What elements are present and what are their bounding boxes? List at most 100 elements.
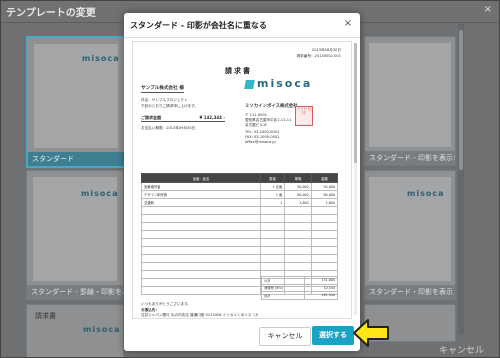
template-tile-invoice[interactable]: 請求書 misoca xyxy=(26,304,124,358)
table-cell: 交通費 xyxy=(140,198,262,207)
table-cell xyxy=(310,222,339,231)
table-cell xyxy=(284,230,312,239)
template-caption: スタンダード xyxy=(28,152,124,166)
totals-row: 消費税 (8%) 10,544 xyxy=(261,283,339,292)
pointer-arrow-icon xyxy=(353,319,389,347)
company-building: 名古屋ビル1F xyxy=(245,123,268,127)
invoice-document: 2013年08月30日 請求番号：20130002-001 請求書 サンプル株式… xyxy=(133,42,351,318)
table-row xyxy=(140,238,339,247)
table-cell: 1 画 xyxy=(260,190,286,199)
misoca-logo: misoca xyxy=(81,189,119,198)
modal-header: スタンダード - 印影が会社名に重なる × xyxy=(124,13,360,38)
template-tile-no-lines[interactable]: misoca スタンダード - 罫線・印影を表示しない xyxy=(26,170,124,300)
template-tile-standard[interactable]: misoca スタンダード xyxy=(26,36,126,168)
table-cell: 1,800 xyxy=(310,198,339,207)
company-fax: FAX: 03-1000-0002 xyxy=(245,135,280,139)
company-tel: TEL: 03-1000-0001 xyxy=(245,130,280,134)
table-row xyxy=(140,262,339,271)
table-cell xyxy=(310,246,339,255)
modal-title: スタンダード - 印影が会社名に重なる xyxy=(130,21,267,30)
table-cell xyxy=(140,254,262,263)
invoice-title: 請求書 xyxy=(225,67,252,75)
table-cell xyxy=(284,262,312,271)
misoca-logo-icon xyxy=(244,80,255,89)
invoice-greeting: 下記のとおりご請求申し上げます。 xyxy=(141,104,199,108)
preview-scrollbar-thumb[interactable] xyxy=(354,43,357,163)
table-cell xyxy=(310,238,339,247)
table-cell xyxy=(140,270,262,279)
table-cell: 1 企画 xyxy=(260,182,286,191)
table-row xyxy=(140,230,339,239)
totals-row: 小計 131,800 xyxy=(261,276,339,285)
table-cell xyxy=(140,206,262,215)
table-cell xyxy=(260,206,286,215)
table-cell: 1 xyxy=(260,198,286,207)
company-stamp: ミソカ 社印 xyxy=(295,106,313,126)
amount-label: ご請求金額 xyxy=(141,115,161,120)
table-cell xyxy=(260,230,286,239)
column-header: 金額 xyxy=(310,173,339,183)
amount-box: ご請求金額 ¥ 142,344 - xyxy=(141,115,225,122)
table-cell xyxy=(284,246,312,255)
close-icon[interactable]: × xyxy=(344,18,352,29)
thank-you-note: いつもありがとうございます。 xyxy=(141,302,191,306)
template-caption: スタンダード - 印影を表示しない xyxy=(365,151,455,165)
customer-name: サンプル株式会社 様 xyxy=(141,86,184,93)
table-cell xyxy=(140,286,262,295)
totals-table: 小計 131,800 消費税 (8%) 10,544 合計 142,344 xyxy=(261,276,339,300)
column-header: 単価 xyxy=(284,173,312,183)
scrollbar-thumb[interactable] xyxy=(459,30,463,170)
totals-row: 合計 142,344 xyxy=(261,291,339,300)
table-row xyxy=(140,214,339,223)
table-cell xyxy=(140,278,262,287)
table-cell: 1,800 xyxy=(284,198,312,207)
template-tile-stamp[interactable]: misoca スタンダード・印影を表示 xyxy=(364,170,456,300)
table-cell: 50,000 xyxy=(310,182,339,191)
background-cancel-button[interactable]: キャンセル xyxy=(439,343,484,356)
totals-value: 142,344 xyxy=(303,291,339,300)
template-tile-no-stamp[interactable]: スタンダード - 印影を表示しない xyxy=(364,36,456,166)
close-icon[interactable]: × xyxy=(484,4,492,15)
table-row xyxy=(140,206,339,215)
totals-label: 合計 xyxy=(261,291,305,300)
invoice-number: 請求番号：20130002-001 xyxy=(296,54,341,58)
table-cell xyxy=(140,222,262,231)
table-cell xyxy=(310,230,339,239)
table-row xyxy=(140,222,339,231)
table-cell xyxy=(260,214,286,223)
totals-value: 10,544 xyxy=(303,283,339,292)
table-cell xyxy=(140,230,262,239)
table-row: 品番番号者 1 企画 50,000 50,000 xyxy=(140,182,339,191)
cancel-button[interactable]: キャンセル xyxy=(259,327,311,346)
table-cell: 80,000 xyxy=(310,190,339,199)
table-cell: デザイン制作費 xyxy=(140,190,262,199)
table-cell xyxy=(140,246,262,255)
table-row xyxy=(140,246,339,255)
misoca-logo: misoca xyxy=(407,189,445,198)
totals-label: 小計 xyxy=(261,276,305,285)
misoca-logo: misoca xyxy=(83,325,121,334)
template-preview xyxy=(369,43,451,147)
modal-footer: キャンセル 選択する xyxy=(124,317,360,351)
table-cell xyxy=(140,238,262,247)
table-cell: 品番番号者 xyxy=(140,182,262,191)
table-row: 交通費 1 1,800 1,800 xyxy=(140,198,339,207)
table-cell xyxy=(260,238,286,247)
select-button[interactable]: 選択する xyxy=(312,326,354,345)
template-label: 請求書 xyxy=(35,312,56,320)
table-cell xyxy=(284,238,312,247)
table-row: デザイン制作費 1 画 80,000 80,000 xyxy=(140,190,339,199)
table-cell xyxy=(310,254,339,263)
invoice-subject: 件名：サンプルプロジェクト xyxy=(141,98,188,102)
template-caption: スタンダード - 罫線・印影を表示しない xyxy=(27,285,123,299)
invoice-preview: 2013年08月30日 請求番号：20130002-001 請求書 サンプル株式… xyxy=(132,41,352,319)
template-caption: スタンダード・印影を表示 xyxy=(365,285,455,299)
table-cell: 50,000 xyxy=(284,182,312,191)
column-header: 数量 xyxy=(260,173,286,183)
template-preview-modal: スタンダード - 印影が会社名に重なる × 2013年08月30日 請求番号：2… xyxy=(124,13,360,351)
table-cell xyxy=(310,214,339,223)
table-cell xyxy=(140,214,262,223)
table-cell xyxy=(260,254,286,263)
totals-value: 131,800 xyxy=(303,276,339,285)
invoice-date: 2013年08月30日 xyxy=(311,48,341,52)
